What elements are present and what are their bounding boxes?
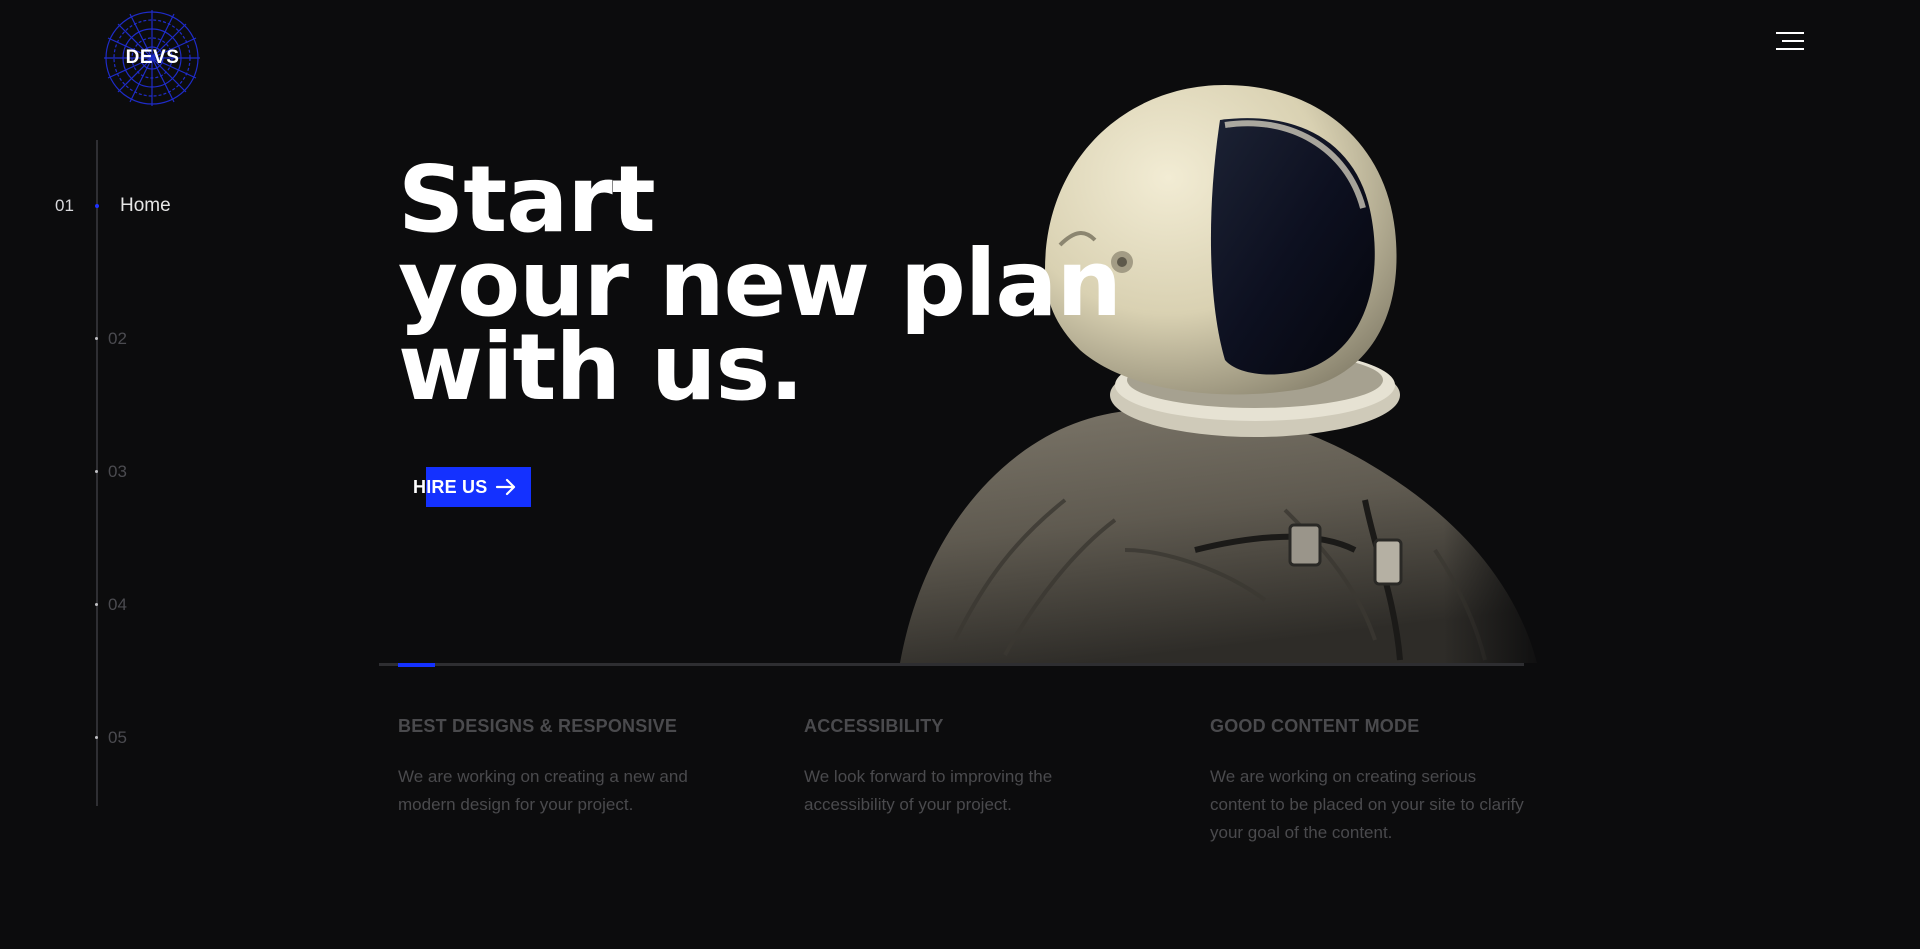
slider-progress-indicator [398, 663, 435, 667]
side-nav-dot [95, 204, 99, 208]
arrow-right-icon [495, 478, 516, 496]
side-nav-number: 05 [108, 728, 127, 747]
feature-title: ACCESSIBILITY [804, 716, 944, 736]
hire-us-label: HIRE US [413, 477, 488, 497]
hero-title-line-3: with us. [398, 314, 804, 421]
logo[interactable]: DEVS [100, 8, 205, 108]
feature-text: We are working on creating a new and mod… [398, 767, 688, 814]
side-nav-label: Home [120, 195, 171, 216]
feature-title: BEST DESIGNS & RESPONSIVE [398, 716, 678, 736]
feature-text: We are working on creating serious conte… [1210, 767, 1524, 842]
hero-title: Start your new plan with us. [398, 154, 1122, 421]
page: DEVS 01 Home 02 03 04 05 Start your new … [0, 0, 1920, 949]
logo-text: DEVS [125, 47, 180, 68]
side-nav-dot [95, 603, 98, 606]
feature-card-designs: BEST DESIGNS & RESPONSIVE We are working… [398, 716, 718, 819]
feature-text: We look forward to improving the accessi… [804, 767, 1053, 814]
side-nav-dot [95, 337, 98, 340]
feature-card-accessibility: ACCESSIBILITY We look forward to improvi… [804, 716, 1124, 819]
hire-us-button[interactable]: HIRE US [413, 467, 531, 507]
side-nav-number: 02 [108, 329, 127, 348]
slider-progress-bar[interactable] [379, 663, 1524, 667]
hamburger-menu-button[interactable] [1774, 28, 1810, 56]
side-nav-line [96, 140, 98, 806]
side-nav-number: 01 [55, 196, 74, 215]
side-nav-number: 04 [108, 595, 127, 614]
side-nav-number: 03 [108, 462, 127, 481]
feature-card-content: GOOD CONTENT MODE We are working on crea… [1210, 716, 1530, 847]
side-nav-dot [95, 470, 98, 473]
side-nav-dot [95, 736, 98, 739]
feature-title: GOOD CONTENT MODE [1210, 716, 1420, 736]
